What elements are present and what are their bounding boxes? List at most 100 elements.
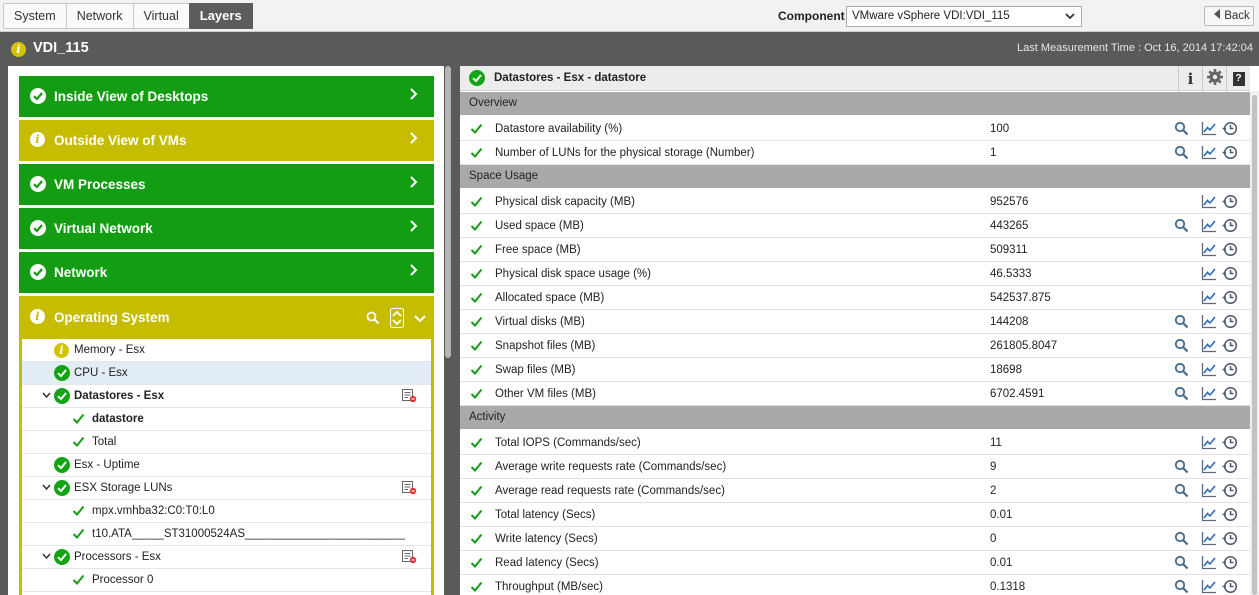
history-icon[interactable] [1222,194,1238,212]
graph-icon[interactable] [1201,362,1217,380]
graph-icon[interactable] [1201,507,1217,525]
test-label: CPU - Esx [74,367,128,379]
history-icon[interactable] [1222,531,1238,549]
sort-icon[interactable] [390,308,404,331]
search-icon[interactable] [1174,459,1189,477]
test-row[interactable]: mpx.vmhba32:C0:T0:L0 [22,500,431,523]
history-icon[interactable] [1222,579,1238,595]
collapse-icon[interactable] [42,552,51,563]
layer-item[interactable]: Inside View of Desktops [19,76,434,117]
layer-item[interactable]: VM Processes [19,164,434,205]
history-icon[interactable] [1222,435,1238,453]
history-icon[interactable] [1222,507,1238,525]
component-select[interactable]: VMware vSphere VDI:VDI_115 [846,6,1082,27]
graph-icon[interactable] [1201,194,1217,212]
test-row[interactable]: Processor 0 [22,569,431,592]
search-icon[interactable] [1174,338,1189,356]
layers-panel: Inside View of Desktops i Outside View of … [8,66,444,595]
search-icon[interactable] [1174,121,1189,139]
search-icon[interactable] [1174,386,1189,404]
layer-item[interactable]: i Outside View of VMs [19,120,434,161]
graph-icon[interactable] [1201,145,1217,163]
test-row[interactable]: datastore [22,408,431,431]
measure-row: Total IOPS (Commands/sec) 11 [460,431,1250,455]
details-scrollbar[interactable] [1250,91,1259,595]
check-icon [470,122,483,138]
history-icon[interactable] [1222,290,1238,308]
history-icon[interactable] [1222,121,1238,139]
layer-item[interactable]: Network [19,252,434,293]
history-icon[interactable] [1222,266,1238,284]
left-scrollbar[interactable] [444,66,452,595]
tab-network[interactable]: Network [65,3,133,29]
check-icon [470,315,483,331]
graph-icon[interactable] [1201,435,1217,453]
graph-icon[interactable] [1201,386,1217,404]
settings-button[interactable] [1202,66,1226,91]
graph-icon[interactable] [1201,266,1217,284]
test-row[interactable]: Datastores - Esx [22,385,431,408]
history-icon[interactable] [1222,386,1238,404]
collapse-icon[interactable] [42,483,51,494]
help-button[interactable]: ? [1226,66,1250,91]
graph-icon[interactable] [1201,555,1217,573]
graph-icon[interactable] [1201,338,1217,356]
history-icon[interactable] [1222,459,1238,477]
test-row[interactable]: t10.ATA_____ST31000524AS________________… [22,523,431,546]
search-icon[interactable] [1174,579,1189,595]
details-title: Datastores - Esx - datastore [494,72,647,84]
tab-layers[interactable]: Layers [188,3,253,29]
search-icon[interactable] [1174,314,1189,332]
measure-row: Datastore availability (%) 100 [460,117,1250,141]
search-icon[interactable] [1174,555,1189,573]
test-row[interactable]: Esx - Uptime [22,454,431,477]
info-button[interactable]: i [1178,66,1202,91]
graph-icon[interactable] [1201,242,1217,260]
history-icon[interactable] [1222,362,1238,380]
graph-icon[interactable] [1201,531,1217,549]
measure-value: 0.1318 [990,581,1026,593]
measure-row: Virtual disks (MB) 144208 [460,310,1250,334]
history-icon[interactable] [1222,242,1238,260]
test-row[interactable]: i Memory - Esx [22,339,431,362]
measure-name: Average write requests rate (Commands/se… [495,461,727,473]
tab-system[interactable]: System [3,3,66,29]
measure-name: Throughput (MB/sec) [495,581,604,593]
chevron-down-icon[interactable] [414,312,426,327]
history-icon[interactable] [1222,338,1238,356]
details-icon[interactable] [402,550,417,567]
graph-icon[interactable] [1201,314,1217,332]
history-icon[interactable] [1222,145,1238,163]
search-icon[interactable] [1174,362,1189,380]
test-row[interactable]: ESX Storage LUNs [22,477,431,500]
collapse-icon[interactable] [42,391,51,402]
layer-item[interactable]: Virtual Network [19,208,434,249]
search-icon[interactable] [1174,531,1189,549]
info-icon: i [54,343,69,358]
details-icon[interactable] [402,481,417,498]
search-icon[interactable] [1174,483,1189,501]
measure-name: Snapshot files (MB) [495,340,596,352]
history-icon[interactable] [1222,555,1238,573]
search-icon[interactable] [1174,218,1189,236]
layer-operating-system[interactable]: i Operating System [19,296,434,339]
history-icon[interactable] [1222,218,1238,236]
test-label: Processor 0 [92,574,154,586]
history-icon[interactable] [1222,314,1238,332]
graph-icon[interactable] [1201,121,1217,139]
graph-icon[interactable] [1201,483,1217,501]
tab-virtual[interactable]: Virtual [132,3,189,29]
search-icon[interactable] [1174,145,1189,163]
search-icon[interactable] [366,311,380,328]
back-button[interactable]: Back [1204,6,1254,26]
graph-icon[interactable] [1201,290,1217,308]
test-row[interactable]: CPU - Esx [22,362,431,385]
check-icon [470,195,483,211]
graph-icon[interactable] [1201,579,1217,595]
graph-icon[interactable] [1201,459,1217,477]
graph-icon[interactable] [1201,218,1217,236]
test-row[interactable]: Processors - Esx [22,546,431,569]
details-icon[interactable] [402,389,417,406]
history-icon[interactable] [1222,483,1238,501]
test-row[interactable]: Total [22,431,431,454]
